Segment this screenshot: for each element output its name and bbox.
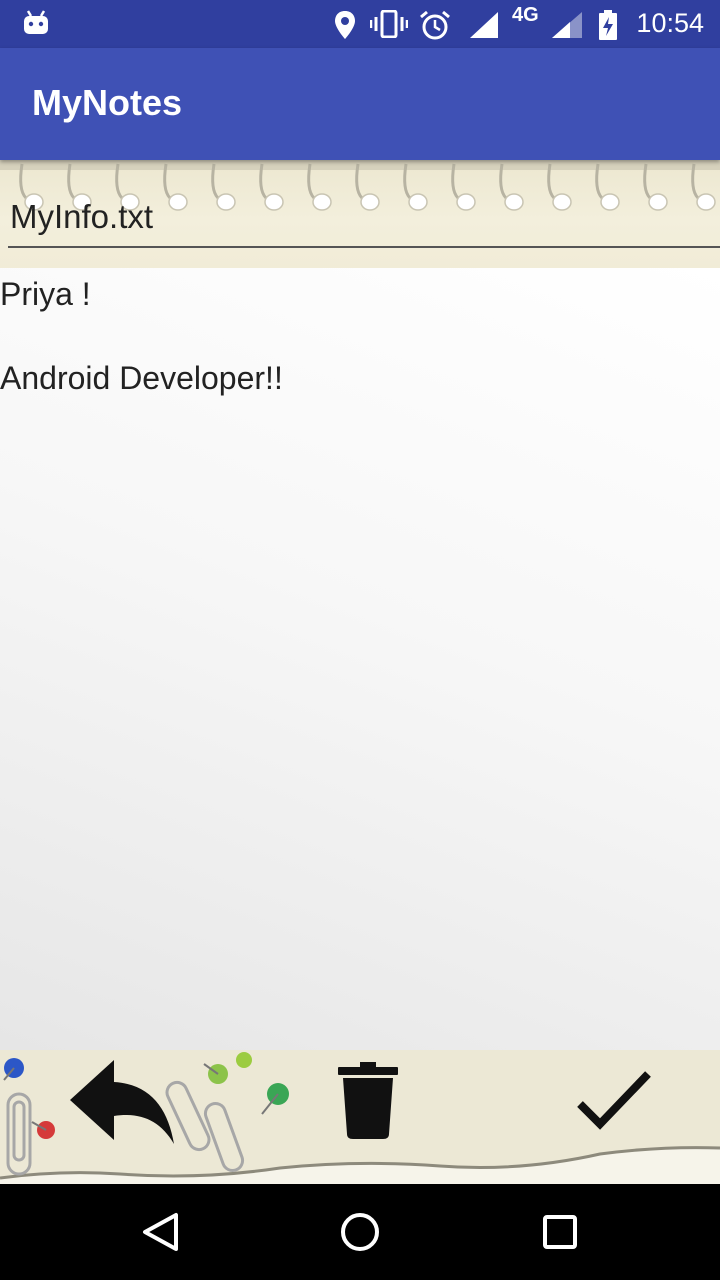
signal-icon (470, 12, 498, 38)
app-bar: MyNotes (0, 48, 720, 160)
notebook-header (0, 160, 720, 268)
home-icon[interactable] (300, 1184, 420, 1280)
navigation-bar (0, 1184, 720, 1280)
back-icon[interactable] (100, 1184, 220, 1280)
reply-icon[interactable] (70, 1060, 176, 1144)
signal-icon-2 (552, 12, 582, 38)
note-line: Android Developer!! (0, 360, 283, 396)
note-content-area[interactable]: Priya ! Android Developer!! (0, 268, 720, 1050)
bottom-action-bar (0, 1050, 720, 1184)
recents-icon[interactable] (500, 1184, 620, 1280)
battery-charging-icon (599, 10, 617, 40)
network-type-label: 4G (512, 4, 539, 26)
status-bar: 4G 10:54 (0, 0, 720, 48)
location-icon (335, 11, 355, 39)
vibrate-icon (370, 10, 408, 38)
app-title: MyNotes (32, 82, 183, 123)
android-notification-icon (24, 10, 48, 34)
alarm-icon (420, 10, 450, 40)
check-icon[interactable] (576, 1070, 652, 1132)
clock: 10:54 (636, 8, 704, 38)
trash-icon[interactable] (338, 1062, 398, 1140)
filename-input[interactable] (8, 188, 720, 248)
note-line: Priya ! (0, 276, 91, 312)
